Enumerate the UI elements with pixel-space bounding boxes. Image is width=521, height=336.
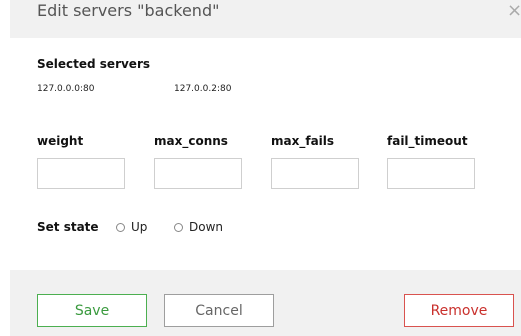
radio-icon — [174, 222, 183, 232]
selected-servers-label: Selected servers — [37, 57, 151, 71]
state-up-radio[interactable]: Up — [116, 220, 147, 234]
max-conns-input[interactable] — [154, 158, 242, 189]
dialog-header: Edit servers "backend" × — [10, 0, 521, 38]
max-conns-label: max_conns — [154, 134, 228, 148]
edit-servers-dialog: Edit servers "backend" × Selected server… — [10, 0, 521, 336]
server-address: 127.0.0.0:80 — [37, 84, 95, 94]
remove-button[interactable]: Remove — [404, 294, 514, 327]
weight-input[interactable] — [37, 158, 125, 189]
server-address: 127.0.0.2:80 — [174, 84, 232, 94]
dialog-body: Selected servers 127.0.0.0:80 127.0.0.2:… — [10, 38, 521, 270]
cancel-button[interactable]: Cancel — [164, 294, 274, 327]
close-icon[interactable]: × — [507, 0, 521, 22]
dialog-title: Edit servers "backend" — [37, 1, 220, 20]
fail-timeout-label: fail_timeout — [387, 134, 468, 148]
max-fails-label: max_fails — [271, 134, 335, 148]
weight-label: weight — [37, 134, 84, 148]
state-down-radio[interactable]: Down — [174, 220, 223, 234]
fail-timeout-input[interactable] — [387, 158, 475, 189]
radio-icon — [116, 222, 125, 232]
save-button[interactable]: Save — [37, 294, 147, 327]
state-down-label: Down — [189, 220, 224, 234]
set-state-label: Set state — [37, 220, 99, 234]
max-fails-input[interactable] — [271, 158, 359, 189]
state-up-label: Up — [131, 220, 148, 234]
